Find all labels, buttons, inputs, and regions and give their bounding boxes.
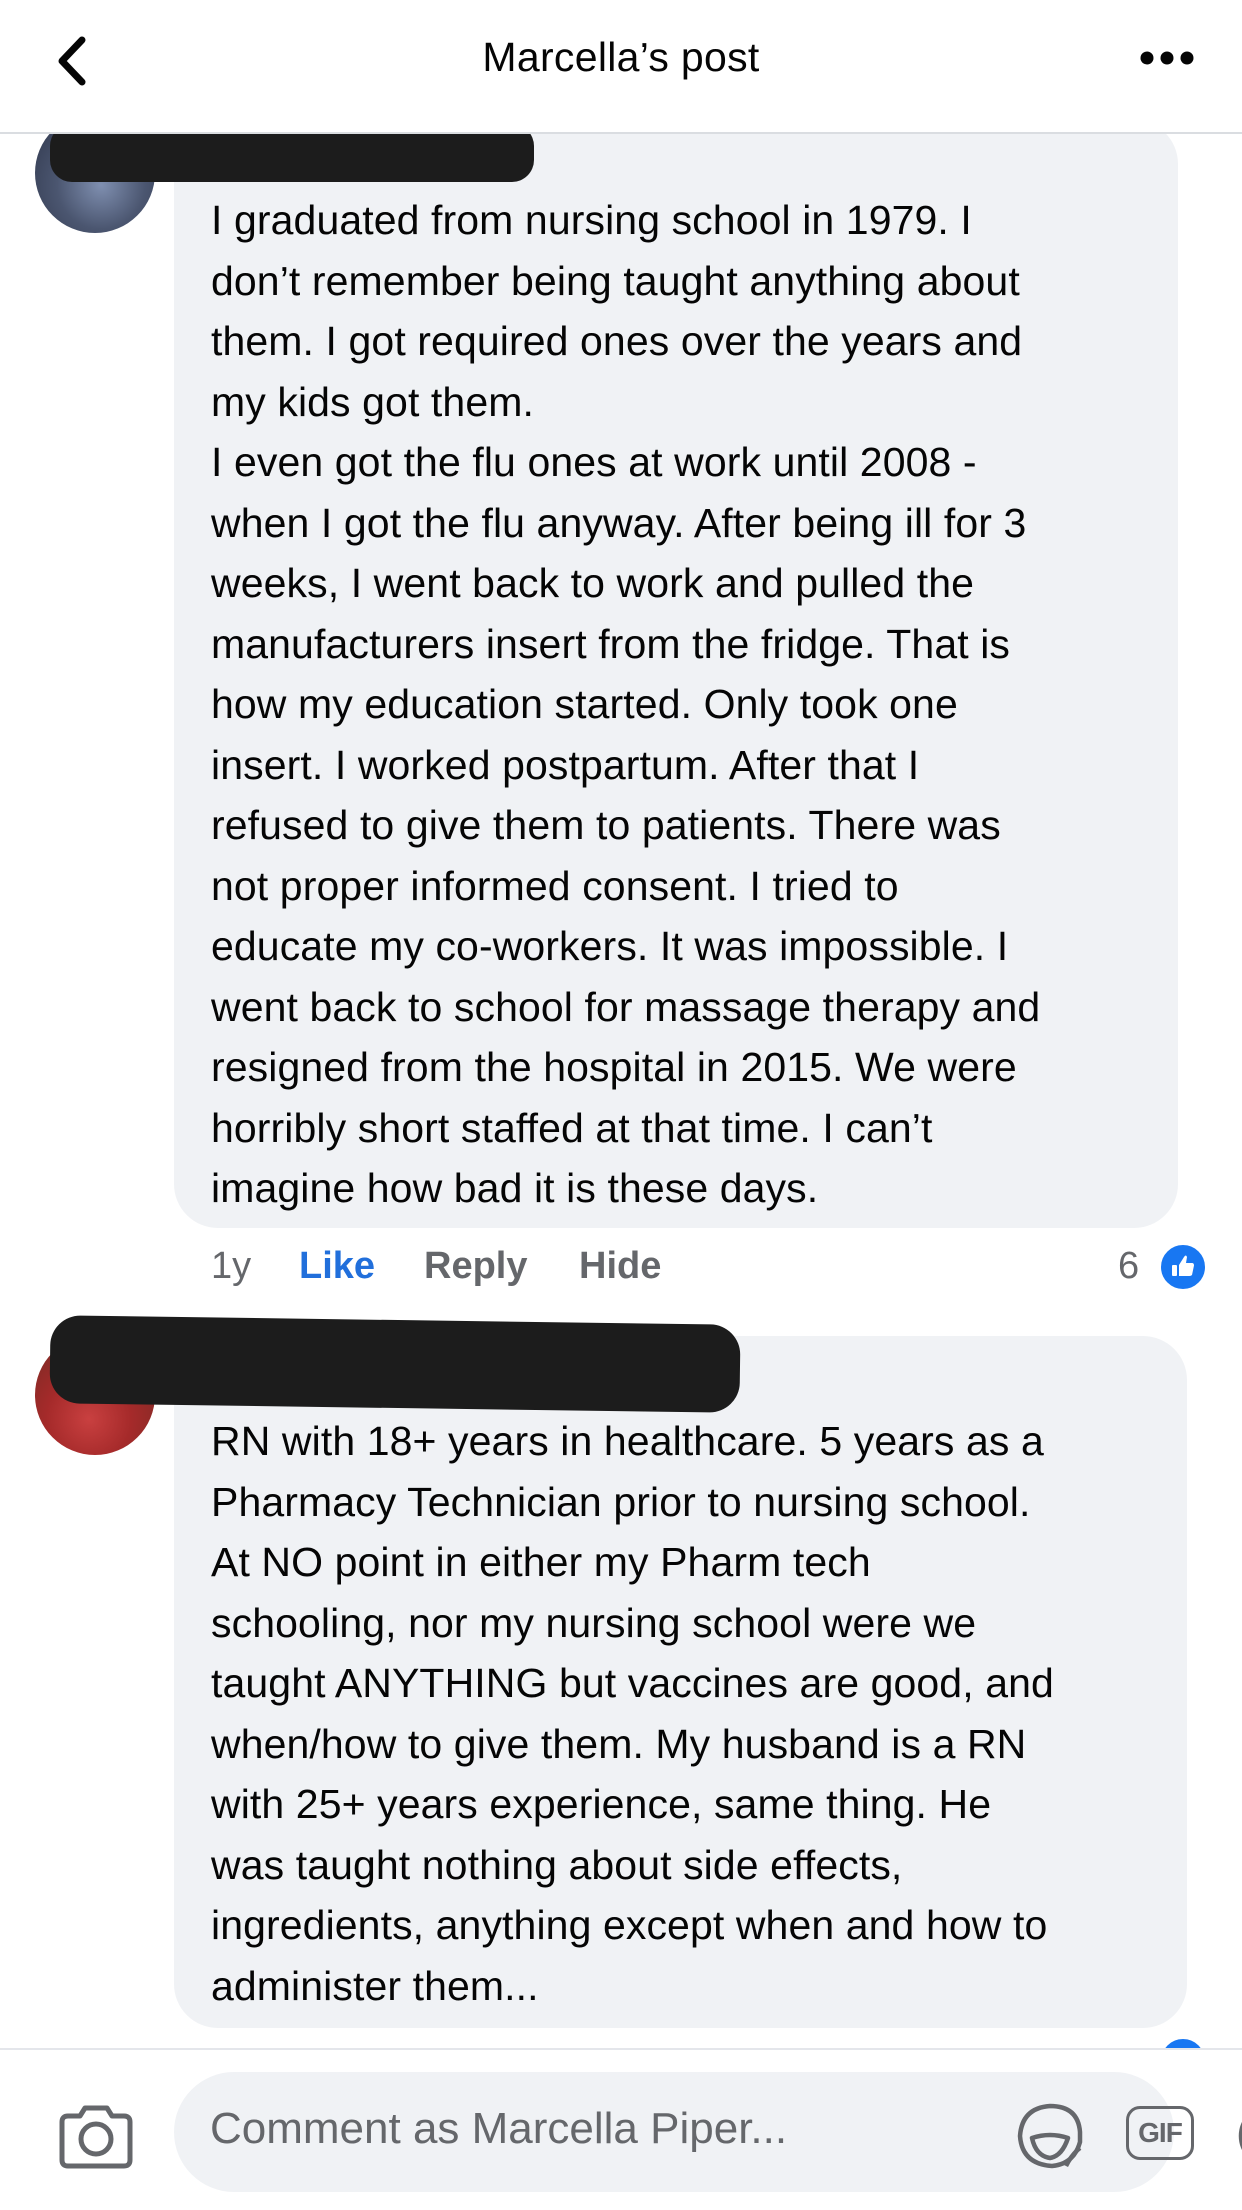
reaction-count[interactable]: 6 — [1118, 1245, 1139, 1288]
comment-timestamp: 1y — [211, 1245, 252, 1287]
more-horizontal-icon — [1140, 51, 1194, 65]
comment-text: RN with 18+ years in healthcare. 5 years… — [211, 1418, 1054, 2009]
gif-button[interactable]: GIF — [1126, 2106, 1198, 2164]
emoji-icon — [1238, 2122, 1242, 2150]
comment-composer: GIF — [0, 2048, 1242, 2210]
reply-button[interactable]: Reply — [424, 1245, 527, 1288]
comment-input[interactable] — [210, 2104, 1020, 2154]
page-title: Marcella’s post — [482, 34, 760, 80]
camera-button[interactable] — [56, 2102, 136, 2172]
gif-label: GIF — [1126, 2106, 1194, 2160]
comment-text: I graduated from nursing school in 1979.… — [211, 197, 1041, 1211]
sticker-button[interactable] — [1014, 2100, 1086, 2172]
more-options-button[interactable] — [1132, 28, 1202, 88]
post-header: Marcella’s post — [0, 0, 1242, 134]
like-button[interactable]: Like — [299, 1245, 375, 1288]
thumbs-up-icon[interactable] — [1158, 1242, 1208, 1292]
sticker-icon — [1017, 2103, 1083, 2169]
comment-box[interactable]: GIF — [174, 2072, 1242, 2192]
camera-icon — [59, 2105, 133, 2169]
redacted-author-name — [49, 1315, 741, 1413]
hide-button[interactable]: Hide — [579, 1245, 661, 1288]
emoji-button[interactable] — [1234, 2100, 1242, 2172]
